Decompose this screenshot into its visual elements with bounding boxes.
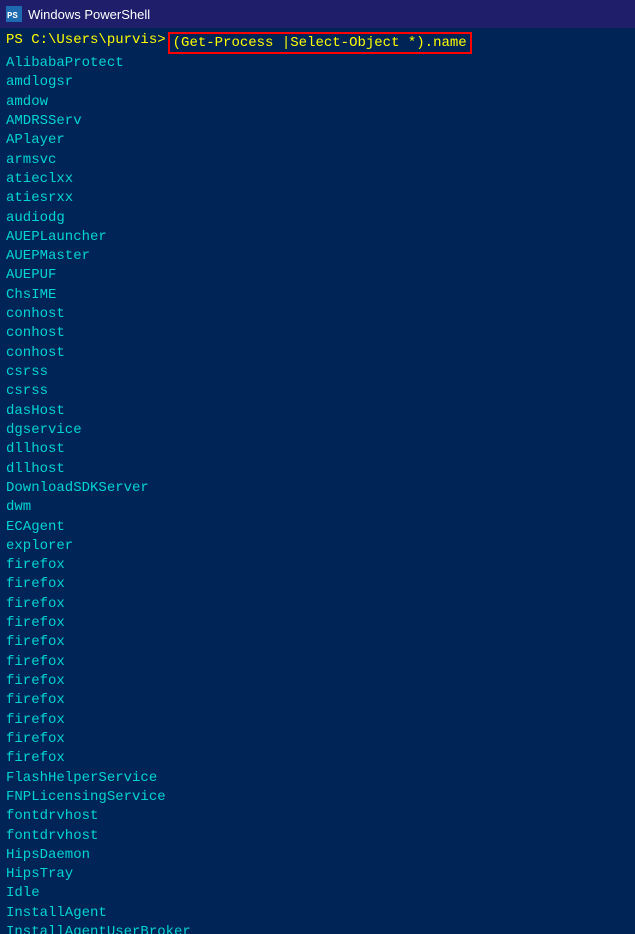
titlebar: PS Windows PowerShell	[0, 0, 635, 28]
list-item: fontdrvhost	[6, 827, 629, 846]
command-box: (Get-Process |Select-Object *).name	[168, 32, 472, 54]
list-item: firefox	[6, 614, 629, 633]
list-item: ChsIME	[6, 286, 629, 305]
titlebar-title: Windows PowerShell	[28, 7, 150, 22]
list-item: FNPLicensingService	[6, 788, 629, 807]
list-item: ECAgent	[6, 518, 629, 537]
list-item: conhost	[6, 344, 629, 363]
list-item: InstallAgentUserBroker	[6, 923, 629, 934]
list-item: AUEPLauncher	[6, 228, 629, 247]
list-item: amdow	[6, 93, 629, 112]
list-item: firefox	[6, 653, 629, 672]
list-item: amdlogsr	[6, 73, 629, 92]
list-item: dwm	[6, 498, 629, 517]
list-item: dllhost	[6, 460, 629, 479]
process-list: AlibabaProtectamdlogsramdowAMDRSServAPla…	[6, 54, 629, 934]
list-item: atieclxx	[6, 170, 629, 189]
list-item: csrss	[6, 382, 629, 401]
list-item: APlayer	[6, 131, 629, 150]
powershell-icon: PS	[6, 6, 22, 22]
list-item: InstallAgent	[6, 904, 629, 923]
list-item: explorer	[6, 537, 629, 556]
list-item: Idle	[6, 884, 629, 903]
list-item: conhost	[6, 324, 629, 343]
list-item: firefox	[6, 556, 629, 575]
list-item: fontdrvhost	[6, 807, 629, 826]
list-item: HipsDaemon	[6, 846, 629, 865]
svg-text:PS: PS	[7, 11, 18, 21]
list-item: FlashHelperService	[6, 769, 629, 788]
list-item: firefox	[6, 672, 629, 691]
list-item: firefox	[6, 633, 629, 652]
list-item: csrss	[6, 363, 629, 382]
list-item: dllhost	[6, 440, 629, 459]
list-item: firefox	[6, 730, 629, 749]
list-item: firefox	[6, 691, 629, 710]
list-item: AMDRSServ	[6, 112, 629, 131]
list-item: DownloadSDKServer	[6, 479, 629, 498]
list-item: audiodg	[6, 209, 629, 228]
list-item: dasHost	[6, 402, 629, 421]
list-item: HipsTray	[6, 865, 629, 884]
prompt-line: PS C:\Users\purvis> (Get-Process |Select…	[6, 32, 629, 54]
list-item: conhost	[6, 305, 629, 324]
list-item: AUEPMaster	[6, 247, 629, 266]
command-text: (Get-Process |Select-Object *).name	[173, 35, 467, 51]
list-item: firefox	[6, 595, 629, 614]
terminal-body: PS C:\Users\purvis> (Get-Process |Select…	[0, 28, 635, 934]
prompt-text: PS C:\Users\purvis>	[6, 32, 166, 48]
list-item: atiesrxx	[6, 189, 629, 208]
list-item: firefox	[6, 749, 629, 768]
list-item: dgservice	[6, 421, 629, 440]
list-item: firefox	[6, 575, 629, 594]
list-item: firefox	[6, 711, 629, 730]
list-item: AUEPUF	[6, 266, 629, 285]
list-item: armsvc	[6, 151, 629, 170]
list-item: AlibabaProtect	[6, 54, 629, 73]
